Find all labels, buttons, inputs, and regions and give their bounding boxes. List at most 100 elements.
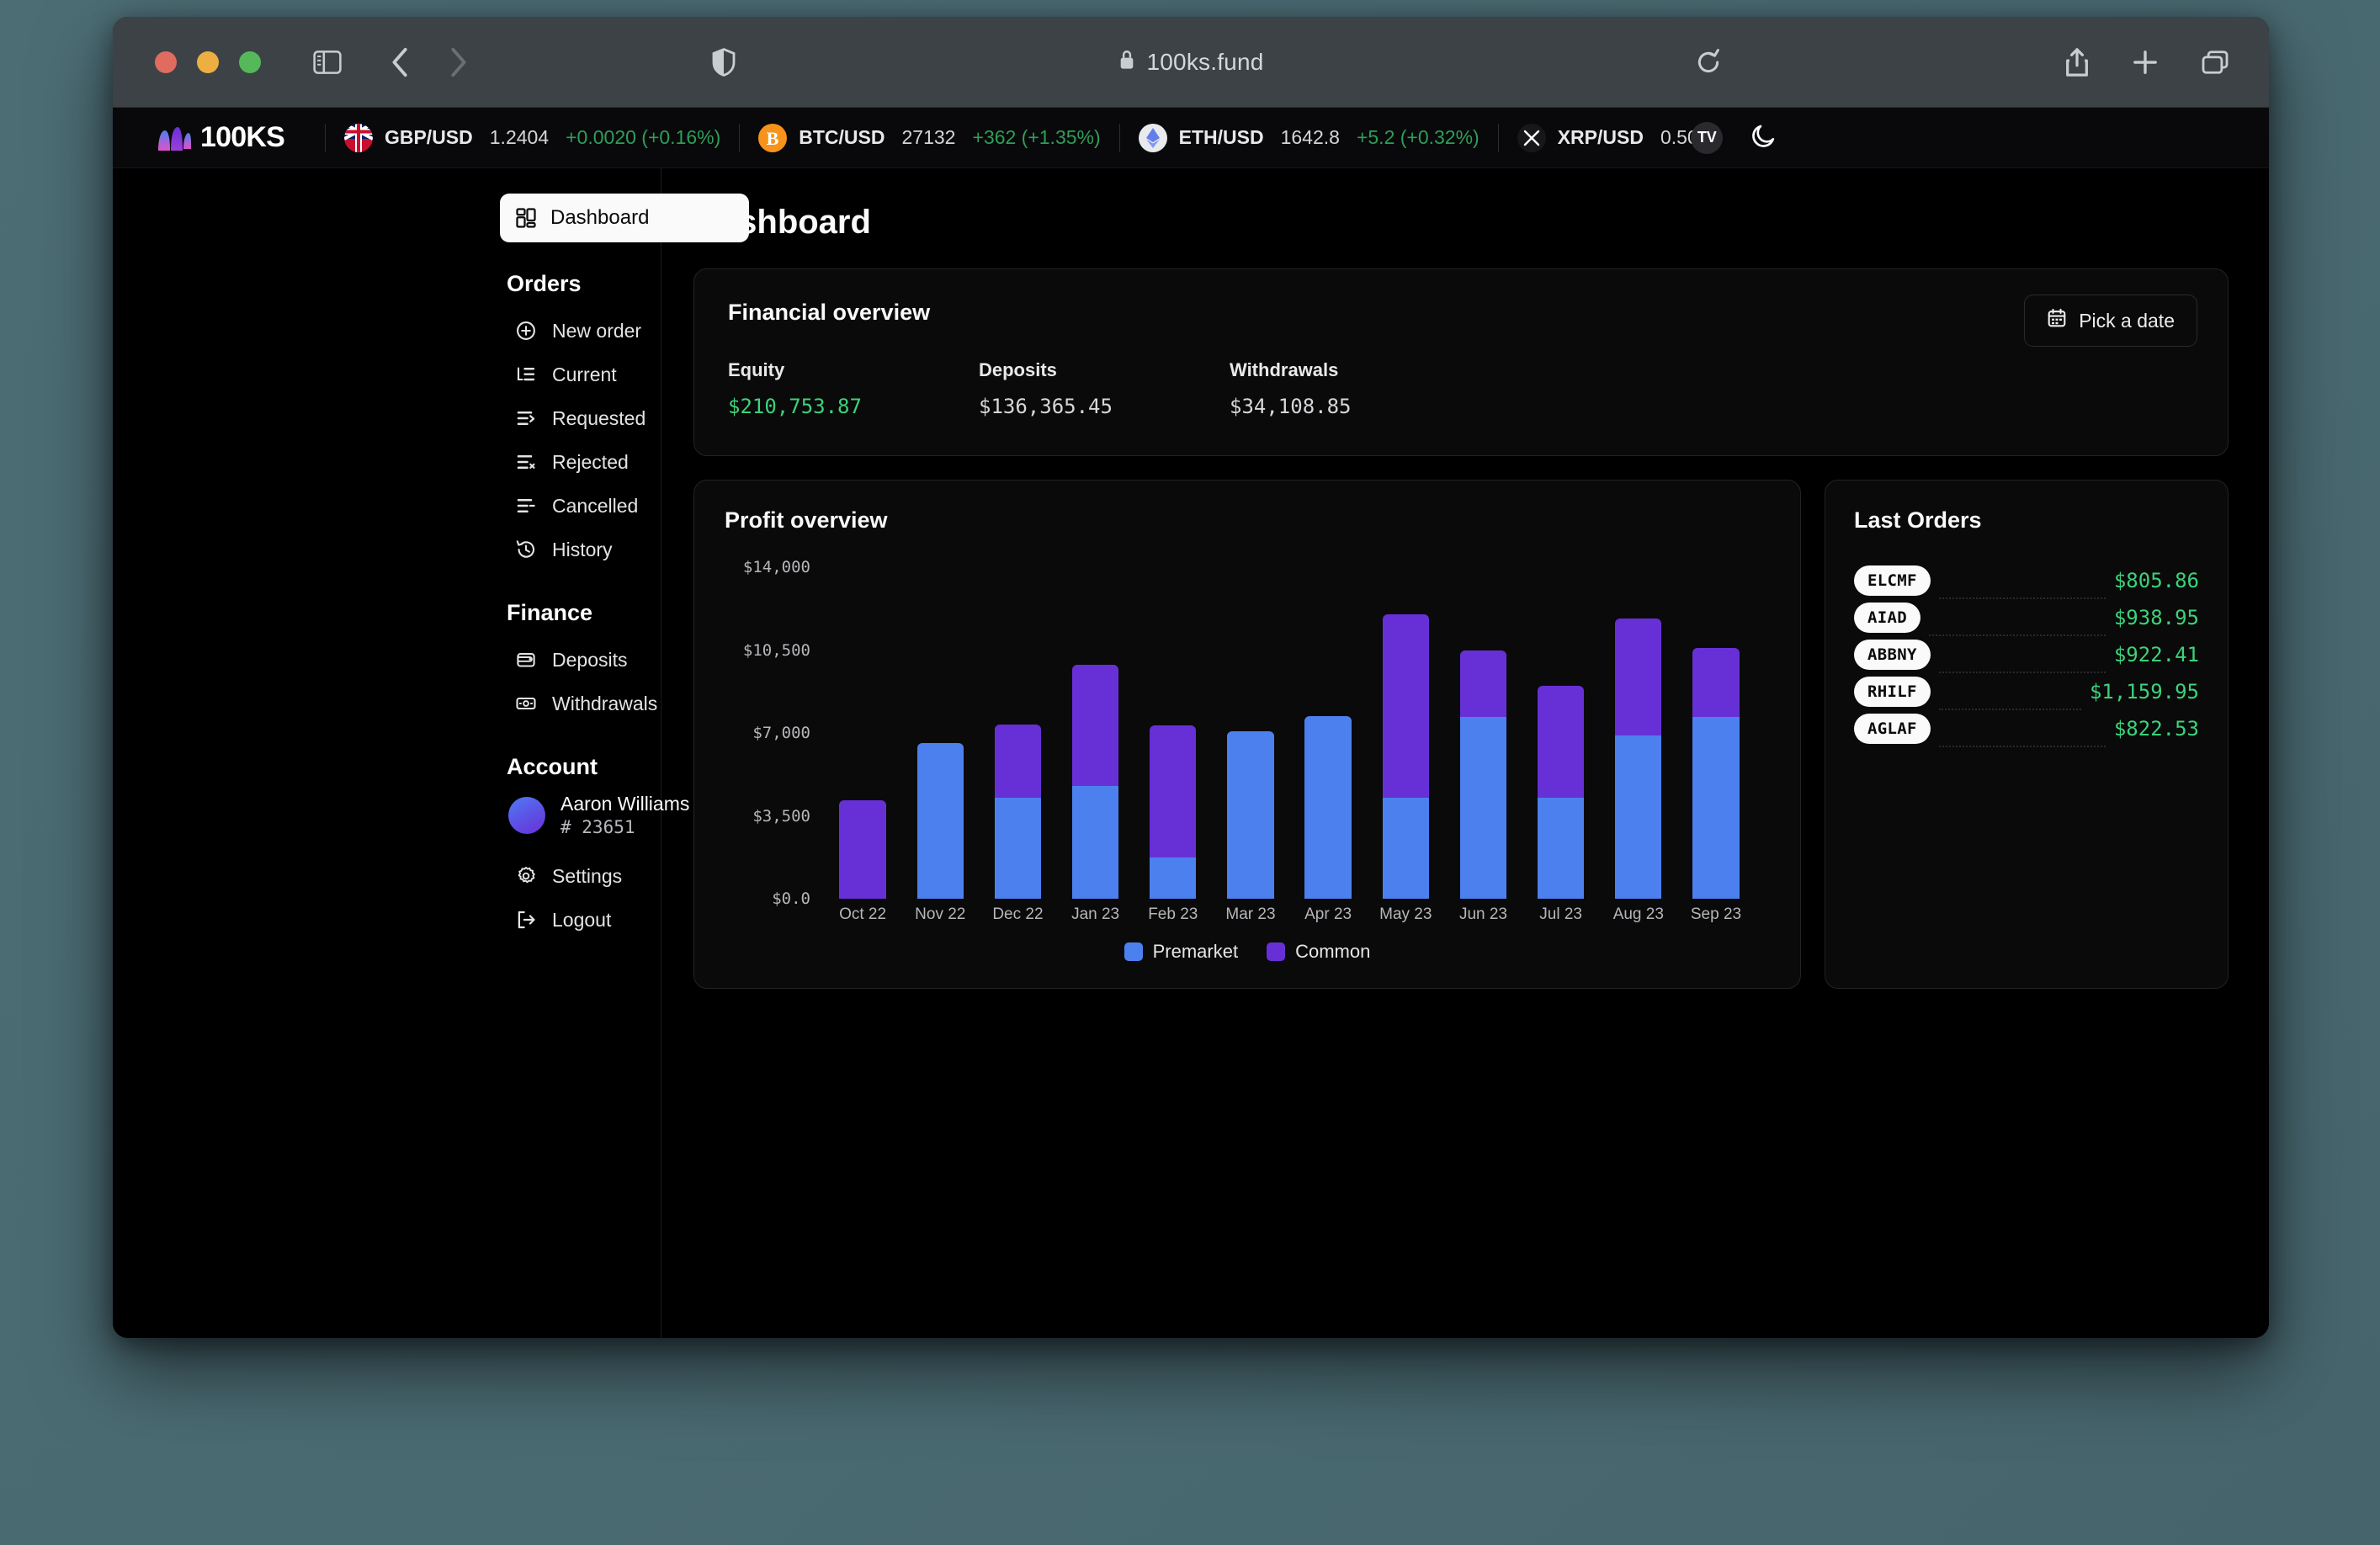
browser-window: 100ks.fund 100KS GBP/USD 1.2404 +0.0020 … xyxy=(113,17,2269,1338)
chart-bar-column[interactable] xyxy=(1600,567,1677,899)
reload-icon[interactable] xyxy=(1695,48,1722,76)
pick-date-label: Pick a date xyxy=(2079,309,2175,332)
stat-withdrawals: Withdrawals $34,108.85 xyxy=(1230,359,1480,418)
chart-bar-column[interactable] xyxy=(1677,567,1755,899)
window-traffic-lights[interactable] xyxy=(155,50,261,73)
chart-bar-segment-premarket xyxy=(1227,730,1274,899)
sidebar-item-label: Withdrawals xyxy=(552,692,658,714)
order-amount: $1,159.95 xyxy=(2089,680,2199,703)
chart-bar-column[interactable] xyxy=(1289,567,1367,899)
avatar xyxy=(508,797,545,835)
new-tab-icon[interactable] xyxy=(2133,50,2158,75)
chart-x-tick: Sep 23 xyxy=(1690,905,1742,923)
chart-x-tick: Jan 23 xyxy=(1071,905,1120,923)
sidebar-toggle-icon[interactable] xyxy=(313,50,342,74)
chart-bar-column[interactable] xyxy=(901,567,979,899)
financial-stats: Equity $210,753.87 Deposits $136,365.45 … xyxy=(728,359,2194,418)
stat-label: Equity xyxy=(728,359,785,380)
order-ticker-badge: AIAD xyxy=(1854,603,1920,633)
ticker-item-btcusd[interactable]: B BTC/USD 27132 +362 (+1.35%) xyxy=(758,123,1101,152)
maximize-window-button[interactable] xyxy=(239,50,261,73)
moon-icon[interactable] xyxy=(1751,123,1777,152)
chart-bar-segment-common xyxy=(1071,665,1119,786)
stat-label: Deposits xyxy=(979,359,1057,380)
logout-icon xyxy=(515,909,537,931)
tradingview-badge-icon[interactable]: TV xyxy=(1691,121,1724,154)
sidebar-item-label: Current xyxy=(552,363,617,385)
chart-x-tick: Feb 23 xyxy=(1148,905,1198,923)
order-row[interactable]: RHILF $1,159.95 xyxy=(1854,673,2199,710)
chart-legend-item[interactable]: Premarket xyxy=(1124,941,1238,963)
ticker-divider xyxy=(324,123,326,152)
pick-date-button[interactable]: Pick a date xyxy=(2024,295,2197,347)
chart-bar-segment-common xyxy=(1150,725,1197,858)
ticker-change: +5.2 (+0.32%) xyxy=(1356,126,1480,148)
chart-bar-column[interactable] xyxy=(824,567,901,899)
chart-x-tick: Mar 23 xyxy=(1225,905,1276,923)
tabs-overview-icon[interactable] xyxy=(2202,50,2229,74)
chart-x-tick: Jul 23 xyxy=(1539,905,1582,923)
order-leader-dots xyxy=(1938,594,2106,599)
sidebar-item-label: Requested xyxy=(552,406,646,429)
order-row[interactable]: ELCMF $805.86 xyxy=(1854,562,2199,599)
list-tree-icon xyxy=(515,364,537,385)
chart-legend-item[interactable]: Common xyxy=(1267,941,1370,963)
chart-bar-column[interactable] xyxy=(979,567,1056,899)
ethereum-icon xyxy=(1138,123,1167,152)
minimize-window-button[interactable] xyxy=(197,50,219,73)
chart-bar-column[interactable] xyxy=(1212,567,1289,899)
ticker-item-xrpusd[interactable]: XRP/USD 0.5012 xyxy=(1517,123,1719,152)
chart-x-tick: Aug 23 xyxy=(1612,905,1664,923)
chart-y-tick: $3,500 xyxy=(752,806,810,826)
brand-logo-group[interactable]: 100KS xyxy=(141,121,306,154)
order-leader-dots xyxy=(1928,631,2106,636)
browser-titlebar: 100ks.fund xyxy=(113,17,2269,108)
address-bar[interactable]: 100ks.fund xyxy=(113,17,2269,107)
chart-x-tick: Nov 22 xyxy=(915,905,966,923)
stat-value: $136,365.45 xyxy=(979,395,1113,418)
ticker-pair: XRP/USD xyxy=(1557,126,1644,148)
chart-bar-column[interactable] xyxy=(1134,567,1212,899)
chart-x-tick: May 23 xyxy=(1379,905,1432,923)
order-row[interactable]: AIAD $938.95 xyxy=(1854,599,2199,636)
chart-bar-column[interactable] xyxy=(1367,567,1444,899)
ticker-change: +362 (+1.35%) xyxy=(972,126,1101,148)
forward-icon xyxy=(448,46,468,78)
chart-bar-segment-premarket xyxy=(1692,717,1740,899)
close-window-button[interactable] xyxy=(155,50,177,73)
lock-icon xyxy=(1118,49,1135,75)
chart-x-tick: Dec 22 xyxy=(992,905,1044,923)
chart-bar-column[interactable] xyxy=(1444,567,1522,899)
sidebar-item-label: Dashboard xyxy=(550,206,650,229)
chart-bar-column[interactable] xyxy=(1057,567,1134,899)
ticker-item-gbpusd[interactable]: GBP/USD 1.2404 +0.0020 (+0.16%) xyxy=(343,123,720,152)
bitcoin-icon: B xyxy=(758,123,788,152)
order-row[interactable]: AGLAF $822.53 xyxy=(1854,710,2199,747)
order-amount: $805.86 xyxy=(2113,569,2199,592)
chart-bar-column[interactable] xyxy=(1522,567,1600,899)
chart-legend-swatch xyxy=(1124,942,1143,961)
address-url[interactable]: 100ks.fund xyxy=(1147,49,1264,76)
profit-overview-title: Profit overview xyxy=(725,507,888,533)
financial-overview-card: Financial overview Pick a date Equity $2… xyxy=(693,268,2229,456)
chart-legend-swatch xyxy=(1267,942,1286,961)
stat-equity: Equity $210,753.87 xyxy=(728,359,979,418)
share-icon[interactable] xyxy=(2065,47,2089,77)
order-row[interactable]: ABBNY $922.41 xyxy=(1854,636,2199,673)
chart-bar-segment-common xyxy=(1459,650,1507,718)
chart-x-tick: Oct 22 xyxy=(839,905,887,923)
order-ticker-badge: ABBNY xyxy=(1854,640,1931,670)
back-icon[interactable] xyxy=(390,46,411,78)
main-content: Dashboard Financial overview Pick a date… xyxy=(661,168,2269,1338)
stat-value: $34,108.85 xyxy=(1230,395,1352,418)
list-minus-icon xyxy=(515,495,537,517)
ticker-item-ethusd[interactable]: ETH/USD 1642.8 +5.2 (+0.32%) xyxy=(1138,123,1480,152)
shield-icon[interactable] xyxy=(712,47,736,77)
calendar-icon xyxy=(2047,308,2067,333)
profit-bar-chart: $0.0 $3,500 $7,000 $10,500 $14,000 Oct 22 Nov… xyxy=(725,558,1770,929)
ticker-divider xyxy=(739,123,741,152)
stat-value: $210,753.87 xyxy=(728,395,862,418)
chart-bar-segment-common xyxy=(1615,619,1662,736)
plus-circle-icon xyxy=(515,320,537,342)
chart-bar-segment-common xyxy=(994,725,1042,799)
